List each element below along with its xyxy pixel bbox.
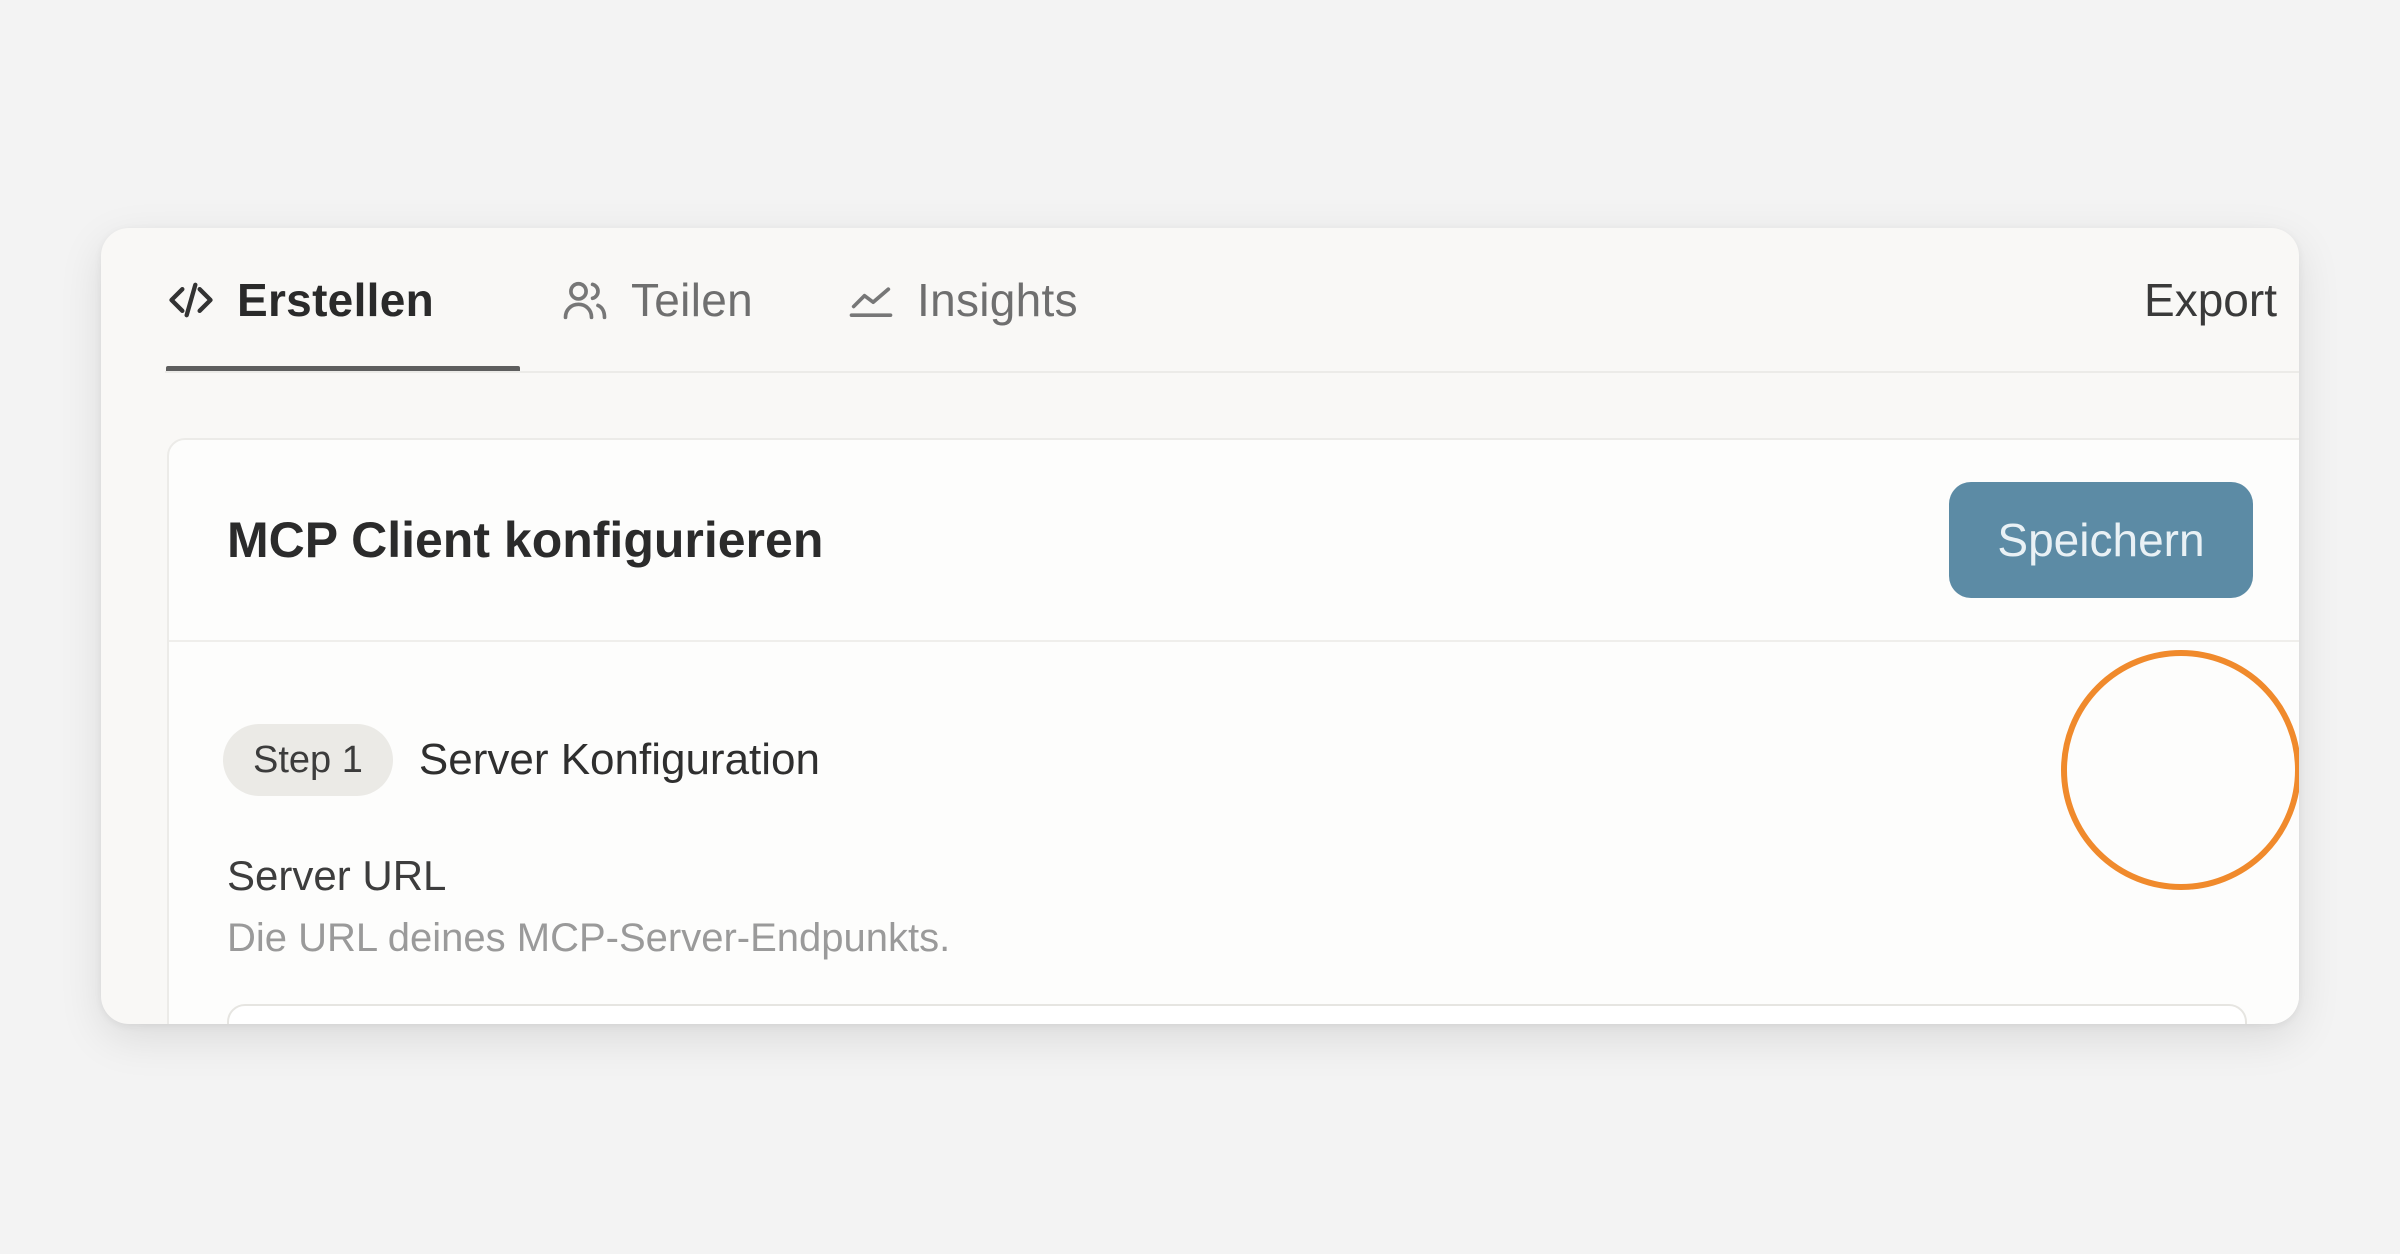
tab-label: Teilen (631, 274, 753, 326)
server-url-help: Die URL deines MCP-Server-Endpunkts. (227, 916, 951, 960)
tab-bar: Erstellen Teilen Insights Export (101, 228, 2299, 373)
card-header: MCP Client konfigurieren Speichern (169, 440, 2299, 642)
step-header: Step 1 Server Konfiguration (223, 722, 820, 798)
app-window: Erstellen Teilen Insights Export MCP Cli… (101, 228, 2299, 1024)
code-icon (165, 274, 217, 326)
tab-label: Insights (917, 274, 1078, 326)
tab-label: Erstellen (237, 274, 435, 326)
step-badge: Step 1 (223, 724, 393, 796)
page-title: MCP Client konfigurieren (227, 512, 824, 568)
export-button[interactable]: Export (2144, 228, 2277, 372)
tab-erstellen[interactable]: Erstellen (165, 228, 434, 372)
tab-divider (165, 371, 2299, 373)
server-url-label: Server URL (227, 852, 447, 899)
save-button[interactable]: Speichern (1949, 482, 2253, 598)
step-title: Server Konfiguration (418, 735, 820, 784)
chart-line-icon (845, 274, 897, 326)
users-icon (559, 274, 611, 326)
config-card: MCP Client konfigurieren Speichern Step … (167, 438, 2299, 1024)
tab-teilen[interactable]: Teilen (559, 228, 753, 372)
tab-insights[interactable]: Insights (845, 228, 1078, 372)
server-url-input[interactable] (227, 1004, 2247, 1024)
